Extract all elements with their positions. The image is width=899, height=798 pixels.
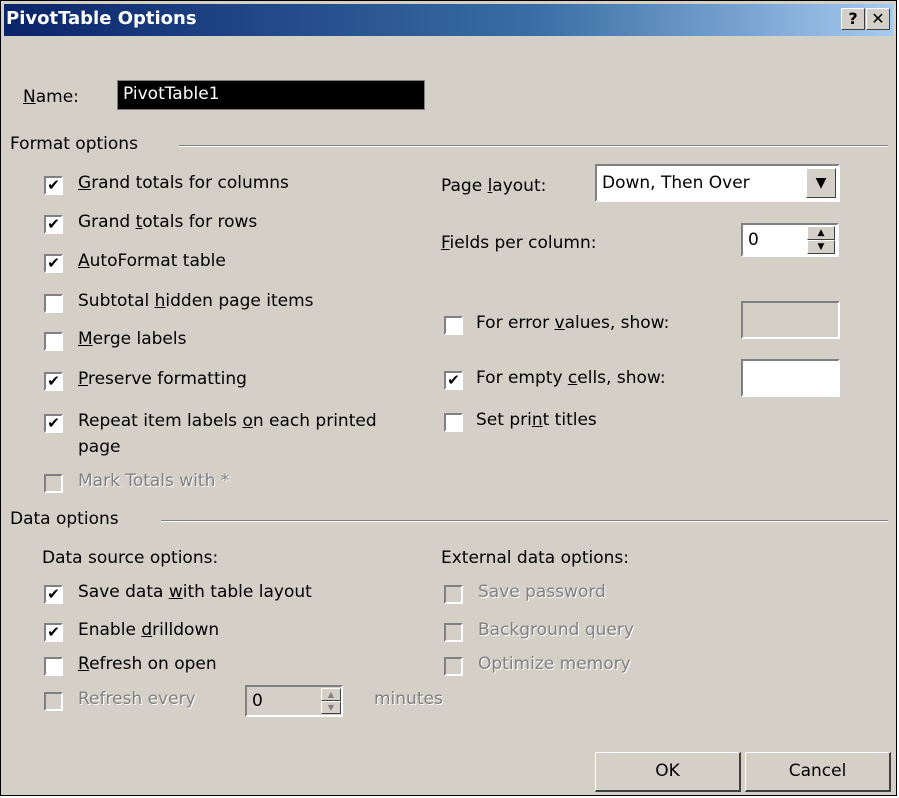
- external-data-option-label-2: Optimize memory: [478, 654, 631, 674]
- format-option-checkbox-3[interactable]: [44, 294, 63, 313]
- check-mark-icon: ✔: [47, 585, 60, 603]
- arrow-down-icon: ▼: [327, 703, 335, 712]
- external-data-option-checkbox-2: [444, 657, 463, 676]
- format-option-checkbox-5[interactable]: ✔: [44, 372, 63, 391]
- refresh-every-spin-down: ▼: [321, 701, 341, 714]
- check-mark-icon: ✔: [47, 215, 60, 233]
- fields-per-column-spin-down[interactable]: ▼: [807, 240, 835, 254]
- format-option-label-5: Preserve formatting: [78, 369, 247, 389]
- format-option-checkbox-2[interactable]: ✔: [44, 254, 63, 273]
- data-source-option-label-2: Refresh on open: [78, 654, 217, 674]
- refresh-every-checkbox: [44, 692, 63, 711]
- external-data-option-checkbox-1: [444, 623, 463, 642]
- data-source-option-label-1: Enable drilldown: [78, 620, 220, 640]
- repeat-item-labels-label-line2: page: [78, 437, 121, 457]
- format-options-group-label: Format options: [10, 134, 138, 154]
- format-options-divider: [179, 145, 888, 147]
- empty-cells-checkbox[interactable]: ✔: [444, 371, 463, 390]
- check-mark-icon: ✔: [47, 623, 60, 641]
- print-titles-label: Set print titles: [476, 410, 597, 430]
- chevron-down-icon: ▼: [815, 175, 827, 191]
- pivottable-options-dialog: PivotTable Options ? ✕ Name: PivotTable1…: [0, 0, 897, 796]
- cancel-button[interactable]: Cancel: [745, 752, 891, 792]
- external-data-option-checkbox-0: [444, 585, 463, 604]
- error-values-checkbox[interactable]: [444, 316, 463, 335]
- empty-cells-label: For empty cells, show:: [476, 368, 666, 388]
- page-layout-select[interactable]: Down, Then Over: [595, 164, 840, 202]
- name-label: Name:: [23, 87, 79, 107]
- refresh-every-spin-up: ▲: [321, 688, 341, 701]
- mark-totals-checkbox: [44, 474, 63, 493]
- check-mark-icon: ✔: [447, 371, 460, 389]
- format-option-label-1: Grand totals for rows: [78, 212, 258, 232]
- arrow-up-icon: ▲: [817, 228, 825, 238]
- check-mark-icon: ✔: [47, 176, 60, 194]
- format-option-label-4: Merge labels: [78, 329, 187, 349]
- check-mark-icon: ✔: [47, 414, 60, 432]
- help-button[interactable]: ?: [841, 8, 865, 30]
- name-input[interactable]: PivotTable1: [117, 80, 425, 110]
- format-option-checkbox-4[interactable]: [44, 332, 63, 351]
- data-source-option-checkbox-1[interactable]: ✔: [44, 623, 63, 642]
- format-option-label-2: AutoFormat table: [78, 251, 226, 271]
- repeat-item-labels-checkbox[interactable]: ✔: [44, 414, 63, 433]
- format-option-label-3: Subtotal hidden page items: [78, 291, 314, 311]
- refresh-every-label: Refresh every: [78, 689, 196, 709]
- data-source-heading: Data source options:: [42, 548, 219, 568]
- page-layout-label: Page layout:: [441, 176, 547, 196]
- format-option-checkbox-1[interactable]: ✔: [44, 215, 63, 234]
- ok-button[interactable]: OK: [595, 752, 741, 792]
- error-values-input: [741, 301, 840, 339]
- data-source-option-checkbox-2[interactable]: [44, 657, 63, 676]
- print-titles-checkbox[interactable]: [444, 413, 463, 432]
- title-bar[interactable]: PivotTable Options ? ✕: [4, 4, 893, 36]
- mark-totals-label: Mark Totals with *: [78, 471, 230, 491]
- arrow-up-icon: ▲: [327, 690, 335, 699]
- data-source-option-checkbox-0[interactable]: ✔: [44, 585, 63, 604]
- page-layout-value: Down, Then Over: [602, 173, 750, 193]
- fields-per-column-spin-up[interactable]: ▲: [807, 226, 835, 240]
- fields-per-column-label: Fields per column:: [441, 233, 597, 253]
- refresh-every-unit: minutes: [374, 689, 443, 709]
- empty-cells-input[interactable]: [741, 359, 840, 397]
- data-options-divider: [161, 520, 888, 522]
- repeat-item-labels-label: Repeat item labels on each printed: [78, 411, 377, 431]
- page-layout-dropdown-button[interactable]: ▼: [806, 168, 836, 198]
- error-values-label: For error values, show:: [476, 313, 670, 333]
- arrow-down-icon: ▼: [817, 242, 825, 252]
- check-mark-icon: ✔: [47, 254, 60, 272]
- close-button[interactable]: ✕: [866, 8, 890, 30]
- external-data-option-label-0: Save password: [478, 582, 606, 602]
- data-options-group-label: Data options: [10, 509, 119, 529]
- external-data-option-label-1: Background query: [478, 620, 634, 640]
- data-source-option-label-0: Save data with table layout: [78, 582, 312, 602]
- external-data-heading: External data options:: [441, 548, 629, 568]
- check-mark-icon: ✔: [47, 372, 60, 390]
- dialog-title: PivotTable Options: [6, 8, 197, 29]
- format-option-checkbox-0[interactable]: ✔: [44, 176, 63, 195]
- format-option-label-0: Grand totals for columns: [78, 173, 289, 193]
